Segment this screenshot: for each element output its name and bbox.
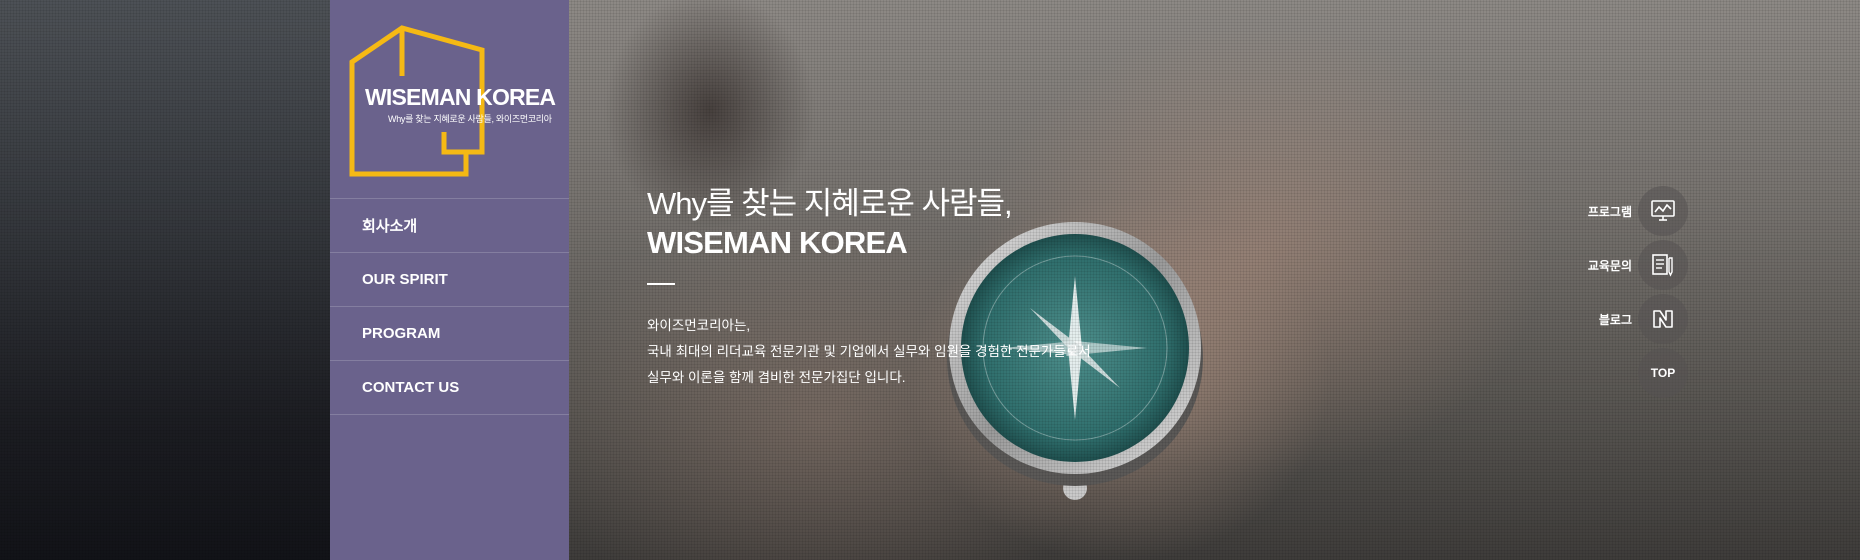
quick-item-program[interactable]: 프로그램 <box>1560 184 1690 238</box>
quick-item-blog[interactable]: 블로그 <box>1560 292 1690 346</box>
top-button-label[interactable]: TOP <box>1651 366 1675 380</box>
quick-menu: 프로그램 교육문의 블로그 TOP <box>1560 184 1690 400</box>
logo-subtitle: Why를 찾는 지혜로운 사람들, 와이즈먼코리아 <box>388 114 552 124</box>
naver-n-icon[interactable] <box>1638 294 1688 344</box>
main-nav: 회사소개 OUR SPIRIT PROGRAM CONTACT US <box>330 198 569 415</box>
hero-description: 와이즈먼코리아는, 국내 최대의 리더교육 전문기관 및 기업에서 실무와 임원… <box>647 313 1091 391</box>
sidebar: WISEMAN KOREA Why를 찾는 지혜로운 사람들, 와이즈먼코리아 … <box>330 0 569 560</box>
hero-divider <box>647 283 675 285</box>
document-pen-icon[interactable] <box>1638 240 1688 290</box>
monitor-chart-icon[interactable] <box>1638 186 1688 236</box>
nav-item-our-spirit[interactable]: OUR SPIRIT <box>330 253 569 307</box>
quick-item-label[interactable]: 프로그램 <box>1588 203 1632 220</box>
quick-item-label[interactable]: 교육문의 <box>1588 257 1632 274</box>
logo[interactable]: WISEMAN KOREA Why를 찾는 지혜로운 사람들, 와이즈먼코리아 <box>348 24 556 180</box>
hero-heading: Why를 찾는 지혜로운 사람들, <box>647 186 1013 221</box>
nav-item-company[interactable]: 회사소개 <box>330 199 569 253</box>
nav-item-contact-us[interactable]: CONTACT US <box>330 361 569 415</box>
hero-desc-line: 실무와 이론을 함께 겸비한 전문가집단 입니다. <box>647 370 906 385</box>
nav-item-program[interactable]: PROGRAM <box>330 307 569 361</box>
hero-text: Why를 찾는 지혜로운 사람들, WISEMAN KOREA 와이즈먼코리아는… <box>647 178 1091 391</box>
hero-desc-line: 국내 최대의 리더교육 전문기관 및 기업에서 실무와 임원을 경험한 전문가들… <box>647 344 1091 359</box>
quick-item-inquiry[interactable]: 교육문의 <box>1560 238 1690 292</box>
top-button[interactable]: TOP <box>1638 348 1688 398</box>
hero-brand: WISEMAN KOREA <box>647 225 908 260</box>
logo-title: WISEMAN KOREA <box>365 84 556 110</box>
hero-desc-line: 와이즈먼코리아는, <box>647 318 751 333</box>
quick-item-label[interactable]: 블로그 <box>1599 311 1632 328</box>
quick-item-top[interactable]: TOP <box>1560 346 1690 400</box>
